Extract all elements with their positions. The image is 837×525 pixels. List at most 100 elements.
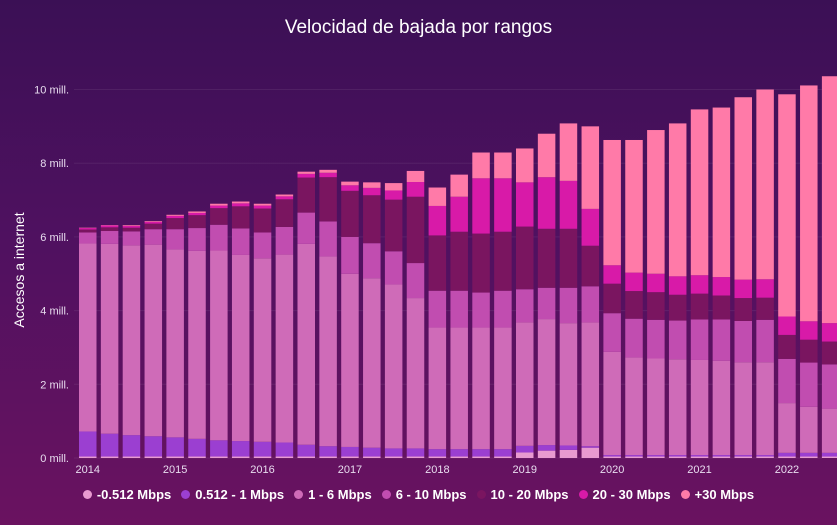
bar-stack[interactable]: [319, 169, 337, 458]
bar-segment[interactable]: [363, 456, 381, 458]
bar-segment[interactable]: [122, 456, 141, 458]
bar-segment[interactable]: [341, 456, 359, 458]
bar-segment[interactable]: [603, 455, 621, 457]
bar-stack[interactable]: [494, 152, 512, 458]
bar-stack[interactable]: [166, 214, 184, 458]
bar-stack[interactable]: [297, 171, 316, 458]
bar-segment[interactable]: [188, 228, 206, 251]
bar-segment[interactable]: [778, 334, 796, 359]
bar-segment[interactable]: [428, 290, 447, 328]
bar-segment[interactable]: [756, 456, 774, 458]
bar-segment[interactable]: [406, 196, 425, 264]
bar-segment[interactable]: [668, 456, 687, 458]
bar-segment[interactable]: [778, 316, 796, 335]
bar-segment[interactable]: [647, 456, 665, 458]
bar-segment[interactable]: [144, 436, 163, 457]
bar-segment[interactable]: [406, 456, 425, 458]
bar-segment[interactable]: [144, 223, 163, 230]
bar-segment[interactable]: [144, 456, 163, 458]
bar-segment[interactable]: [450, 174, 468, 197]
bar-segment[interactable]: [450, 231, 468, 291]
bar-segment[interactable]: [275, 194, 294, 197]
bar-segment[interactable]: [406, 448, 425, 457]
bar-segment[interactable]: [516, 182, 534, 227]
bar-segment[interactable]: [450, 290, 468, 328]
bar-segment[interactable]: [668, 294, 687, 321]
bar-segment[interactable]: [690, 319, 709, 360]
bar-segment[interactable]: [559, 323, 578, 446]
bar-stack[interactable]: [821, 76, 837, 458]
bar-segment[interactable]: [100, 227, 119, 232]
bar-segment[interactable]: [79, 431, 97, 457]
bar-segment[interactable]: [537, 177, 556, 229]
bar-segment[interactable]: [450, 196, 468, 232]
bar-stack[interactable]: [537, 133, 556, 458]
bar-segment[interactable]: [188, 438, 206, 457]
bar-segment[interactable]: [144, 221, 163, 224]
bar-segment[interactable]: [384, 183, 403, 191]
bar-segment[interactable]: [363, 182, 381, 188]
bar-segment[interactable]: [581, 208, 600, 246]
bar-segment[interactable]: [253, 232, 272, 259]
bar-segment[interactable]: [319, 221, 337, 257]
bar-segment[interactable]: [275, 226, 294, 255]
bar-segment[interactable]: [122, 231, 141, 246]
bar-segment[interactable]: [581, 286, 600, 323]
bar-stack[interactable]: [800, 85, 818, 458]
bar-segment[interactable]: [166, 214, 184, 216]
bar-segment[interactable]: [559, 287, 578, 324]
bar-segment[interactable]: [668, 320, 687, 360]
bar-segment[interactable]: [122, 245, 141, 436]
bar-segment[interactable]: [275, 196, 294, 200]
bar-segment[interactable]: [188, 250, 206, 439]
bar-segment[interactable]: [319, 256, 337, 447]
bar-stack[interactable]: [516, 148, 534, 458]
bar-segment[interactable]: [690, 456, 709, 458]
bar-segment[interactable]: [537, 319, 556, 446]
bar-segment[interactable]: [603, 265, 621, 284]
bar-segment[interactable]: [800, 321, 818, 340]
bar-segment[interactable]: [231, 206, 250, 229]
bar-segment[interactable]: [603, 283, 621, 314]
bar-segment[interactable]: [406, 181, 425, 197]
bar-segment[interactable]: [100, 225, 119, 228]
bar-segment[interactable]: [210, 224, 228, 251]
legend-item[interactable]: 20 - 30 Mbps: [578, 487, 671, 502]
bar-segment[interactable]: [712, 319, 731, 361]
bar-segment[interactable]: [603, 351, 621, 456]
bar-segment[interactable]: [647, 273, 665, 293]
bar-segment[interactable]: [210, 203, 228, 206]
bar-segment[interactable]: [625, 357, 643, 456]
bar-stack[interactable]: [668, 123, 687, 458]
bar-segment[interactable]: [778, 452, 796, 457]
bar-segment[interactable]: [100, 243, 119, 434]
bar-segment[interactable]: [341, 446, 359, 457]
legend-item[interactable]: 1 - 6 Mbps: [294, 487, 372, 502]
bar-segment[interactable]: [363, 187, 381, 196]
bar-segment[interactable]: [800, 452, 818, 457]
bar-segment[interactable]: [166, 229, 184, 250]
bar-segment[interactable]: [406, 170, 425, 182]
bar-stack[interactable]: [778, 94, 796, 458]
bar-segment[interactable]: [690, 109, 709, 276]
bar-segment[interactable]: [494, 178, 512, 232]
bar-segment[interactable]: [166, 215, 184, 219]
bar-segment[interactable]: [778, 94, 796, 317]
bar-segment[interactable]: [581, 322, 600, 447]
bar-segment[interactable]: [297, 444, 316, 457]
bar-stack[interactable]: [450, 174, 468, 458]
bar-segment[interactable]: [537, 133, 556, 178]
bar-segment[interactable]: [428, 205, 447, 236]
bar-stack[interactable]: [712, 107, 731, 458]
bar-segment[interactable]: [712, 456, 731, 458]
bar-segment[interactable]: [100, 433, 119, 457]
bar-stack[interactable]: [734, 97, 753, 458]
bar-segment[interactable]: [625, 291, 643, 319]
bar-segment[interactable]: [756, 89, 774, 280]
bar-segment[interactable]: [647, 130, 665, 274]
bar-segment[interactable]: [341, 236, 359, 274]
bar-segment[interactable]: [690, 455, 709, 457]
legend-item[interactable]: 6 - 10 Mbps: [381, 487, 467, 502]
bar-segment[interactable]: [690, 275, 709, 294]
bar-segment[interactable]: [516, 445, 534, 453]
